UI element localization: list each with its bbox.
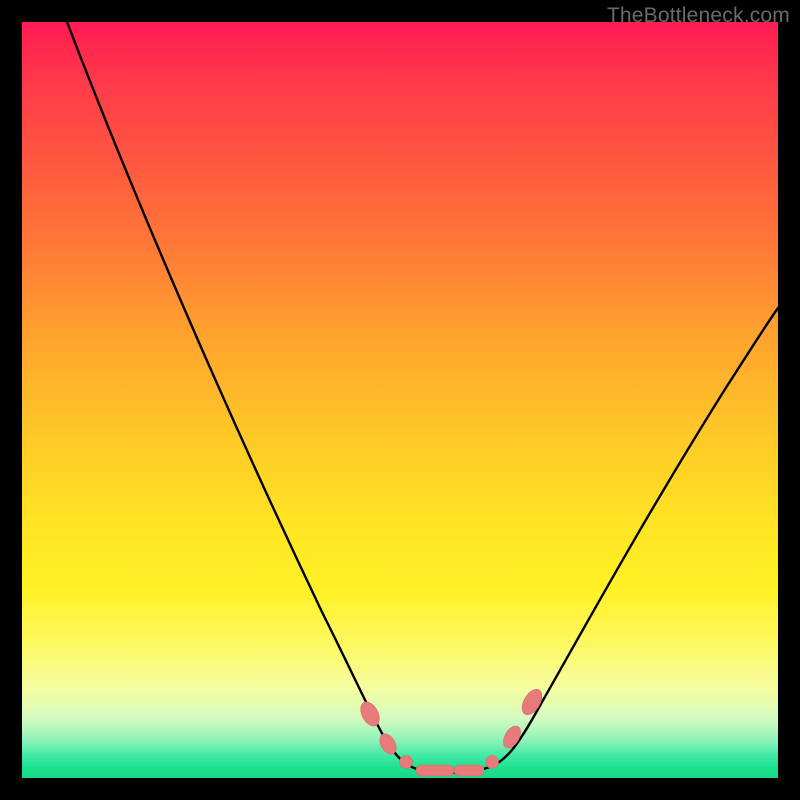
marker-dot <box>400 756 413 769</box>
curve-path <box>67 22 778 773</box>
marker-dot <box>357 699 383 729</box>
marker-pill <box>454 765 484 776</box>
bottleneck-curve <box>22 22 778 778</box>
curve-markers <box>357 686 546 776</box>
marker-pill <box>416 765 454 776</box>
watermark-text: TheBottleneck.com <box>607 4 790 28</box>
outer-frame: TheBottleneck.com <box>0 0 800 800</box>
plot-area <box>22 22 778 778</box>
marker-dot <box>486 756 499 769</box>
